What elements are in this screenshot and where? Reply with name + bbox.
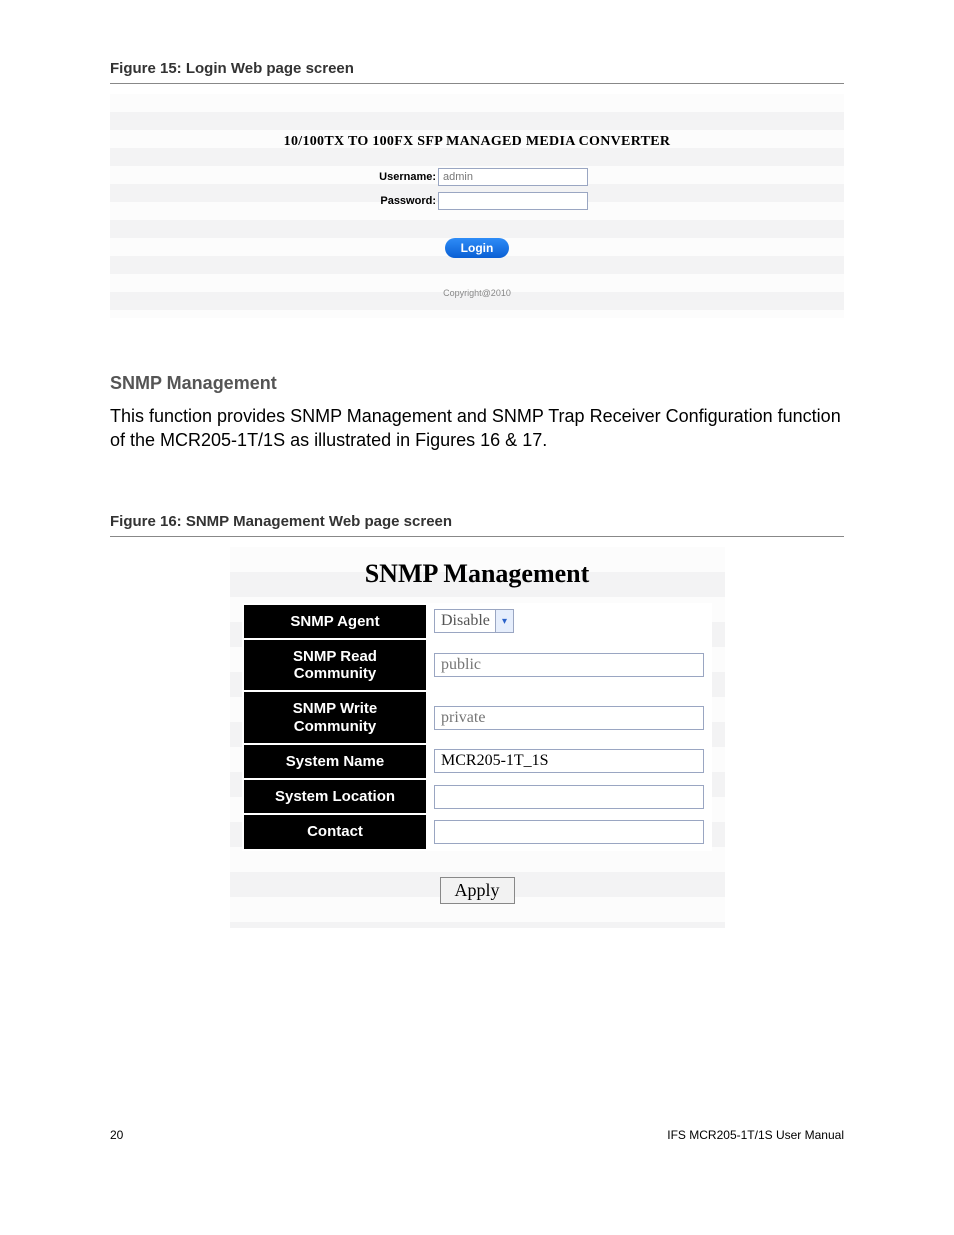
- username-input[interactable]: [438, 168, 588, 186]
- contact-label: Contact: [243, 814, 427, 849]
- system-name-label: System Name: [243, 744, 427, 779]
- contact-input[interactable]: [434, 820, 704, 844]
- password-label: Password:: [366, 195, 436, 207]
- divider: [110, 536, 844, 537]
- snmp-agent-select[interactable]: Disable ▾: [434, 609, 514, 633]
- snmp-management-heading: SNMP Management: [110, 373, 844, 394]
- login-screenshot: 10/100TX TO 100FX SFP MANAGED MEDIA CONV…: [110, 94, 844, 318]
- figure-15-caption: Figure 15: Login Web page screen: [110, 60, 844, 77]
- apply-button[interactable]: Apply: [440, 877, 515, 904]
- table-row: System Name: [243, 744, 711, 779]
- snmp-screenshot: SNMP Management SNMP Agent Disable ▾ SNM…: [230, 547, 725, 928]
- table-row: SNMP Agent Disable ▾: [243, 604, 711, 639]
- figure-16-caption: Figure 16: SNMP Management Web page scre…: [110, 513, 844, 530]
- login-title: 10/100TX TO 100FX SFP MANAGED MEDIA CONV…: [110, 134, 844, 150]
- write-community-input[interactable]: [434, 706, 704, 730]
- document-title: IFS MCR205-1T/1S User Manual: [667, 1128, 844, 1142]
- page-number: 20: [110, 1128, 123, 1142]
- table-row: System Location: [243, 779, 711, 814]
- system-location-label: System Location: [243, 779, 427, 814]
- password-input[interactable]: [438, 192, 588, 210]
- read-community-input[interactable]: [434, 653, 704, 677]
- snmp-agent-value: Disable: [441, 612, 490, 630]
- system-location-input[interactable]: [434, 785, 704, 809]
- table-row: SNMP Read Community: [243, 639, 711, 692]
- write-community-label: SNMP Write Community: [243, 691, 427, 744]
- snmp-management-body: This function provides SNMP Management a…: [110, 404, 844, 453]
- snmp-agent-label: SNMP Agent: [243, 604, 427, 639]
- system-name-input[interactable]: [434, 749, 704, 773]
- password-row: Password:: [110, 192, 844, 210]
- divider: [110, 83, 844, 84]
- login-button[interactable]: Login: [445, 238, 510, 258]
- read-community-label: SNMP Read Community: [243, 639, 427, 692]
- table-row: Contact: [243, 814, 711, 849]
- copyright-text: Copyright@2010: [110, 288, 844, 298]
- username-label: Username:: [366, 171, 436, 183]
- table-row: SNMP Write Community: [243, 691, 711, 744]
- snmp-table: SNMP Agent Disable ▾ SNMP Read Community…: [242, 603, 712, 851]
- snmp-panel-title: SNMP Management: [230, 559, 725, 589]
- page-footer: 20 IFS MCR205-1T/1S User Manual: [110, 1128, 844, 1142]
- username-row: Username:: [110, 168, 844, 186]
- chevron-down-icon: ▾: [495, 610, 513, 632]
